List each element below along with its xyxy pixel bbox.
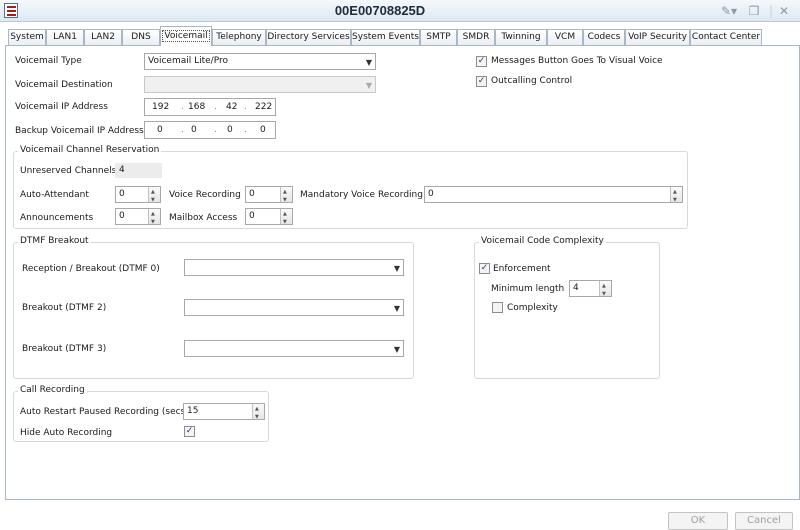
restore-icon[interactable]: ❐ (744, 3, 764, 19)
call-recording-title: Call Recording (18, 385, 87, 395)
minimum-length-value: 4 (573, 283, 579, 293)
voice-recording-label: Voice Recording (169, 190, 241, 200)
auto-attendant-label: Auto-Attendant (20, 190, 89, 200)
announcements-value: 0 (119, 211, 125, 221)
voicemail-destination-label: Voicemail Destination (15, 80, 113, 90)
ip-octet-4: 222 (255, 102, 273, 112)
backup-voicemail-ip-label: Backup Voicemail IP Address (15, 126, 144, 136)
mandatory-voice-recording-value: 0 (428, 189, 434, 199)
auto-restart-value: 15 (187, 406, 199, 416)
announcements-stepper[interactable]: 0 (115, 207, 161, 230)
ok-button[interactable]: OK (668, 512, 728, 530)
tab-lan2[interactable]: LAN2 (84, 29, 122, 45)
reception-breakout-select[interactable]: ▼ (184, 259, 404, 276)
reception-breakout-label: Reception / Breakout (DTMF 0) (22, 264, 160, 274)
minimum-length-label: Minimum length (491, 284, 565, 294)
close-icon[interactable]: ✕ (776, 3, 792, 19)
ip-octet-3: 42 (226, 102, 238, 112)
tab-smdr[interactable]: SMDR (457, 29, 495, 45)
dtmf-breakout-title: DTMF Breakout (18, 236, 91, 246)
breakout-dtmf2-label: Breakout (DTMF 2) (22, 303, 107, 313)
voicemail-ip-input[interactable]: 192 . 168 . 42 . 222 (144, 98, 276, 116)
voice-recording-stepper[interactable]: 0 (245, 185, 293, 208)
backup-ip-octet-2: 0 (191, 125, 197, 135)
messages-button-checkbox[interactable]: ✓ (476, 56, 487, 67)
voicemail-type-label: Voicemail Type (15, 56, 82, 66)
ip-octet-2: 168 (188, 102, 206, 112)
tab-codecs[interactable]: Codecs (583, 29, 625, 45)
complexity-label: Complexity (507, 303, 558, 313)
title-separator: | (768, 4, 774, 18)
mailbox-access-label: Mailbox Access (169, 213, 238, 223)
tab-twinning[interactable]: Twinning (495, 29, 547, 45)
complexity-checkbox[interactable] (492, 302, 503, 313)
auto-restart-stepper[interactable]: 15 (183, 402, 265, 425)
tab-contact-center[interactable]: Contact Center (690, 29, 762, 45)
breakout-dtmf2-select[interactable]: ▼ (184, 299, 404, 316)
window-title: 00E00708825D (334, 3, 426, 18)
tab-lan1[interactable]: LAN1 (46, 29, 84, 45)
auto-attendant-stepper[interactable]: 0 (115, 185, 161, 208)
spinner-arrows-icon[interactable] (280, 207, 292, 230)
chevron-down-icon: ▼ (393, 304, 400, 313)
hide-auto-recording-label: Hide Auto Recording (20, 428, 113, 438)
spinner-arrows-icon[interactable] (252, 402, 264, 425)
voicemail-ip-label: Voicemail IP Address (15, 102, 108, 112)
breakout-dtmf3-select[interactable]: ▼ (184, 340, 404, 357)
mailbox-access-stepper[interactable]: 0 (245, 207, 293, 230)
mandatory-voice-recording-stepper[interactable]: 0 (424, 185, 683, 208)
unreserved-channels-value: 4 (115, 163, 162, 178)
hide-auto-recording-checkbox[interactable]: ✓ (184, 426, 195, 437)
tab-vcm[interactable]: VCM (547, 29, 583, 45)
tab-dns[interactable]: DNS (122, 29, 160, 45)
tab-system-events[interactable]: System Events (351, 29, 420, 45)
announcements-label: Announcements (20, 213, 94, 223)
mailbox-access-value: 0 (249, 211, 255, 221)
spinner-arrows-icon[interactable] (148, 207, 160, 230)
title-bar: 00E00708825D ✎▾ ❐ | ✕ (0, 0, 800, 22)
tab-voicemail[interactable]: Voicemail (160, 26, 212, 46)
voicemail-destination-select[interactable]: ▼ (144, 76, 376, 93)
auto-restart-label: Auto Restart Paused Recording (secs) (20, 407, 189, 417)
minimum-length-stepper[interactable]: 4 (569, 279, 612, 302)
channel-reservation-title: Voicemail Channel Reservation (18, 145, 162, 155)
enforcement-label: Enforcement (493, 264, 551, 274)
outcalling-control-checkbox[interactable]: ✓ (476, 76, 487, 87)
spinner-arrows-icon[interactable] (599, 279, 611, 302)
outcalling-control-label: Outcalling Control (491, 76, 573, 86)
tab-voip-security[interactable]: VoIP Security (625, 29, 690, 45)
code-complexity-title: Voicemail Code Complexity (479, 236, 606, 246)
spinner-arrows-icon[interactable] (670, 185, 682, 208)
chevron-down-icon: ▼ (365, 58, 372, 67)
chevron-down-icon: ▼ (393, 345, 400, 354)
chevron-down-icon: ▼ (393, 264, 400, 273)
backup-ip-octet-3: 0 (227, 125, 233, 135)
pin-icon[interactable]: ✎▾ (718, 3, 740, 19)
voice-recording-value: 0 (249, 189, 255, 199)
backup-voicemail-ip-input[interactable]: 0 . 0 . 0 . 0 (144, 121, 276, 139)
tab-telephony[interactable]: Telephony (212, 29, 266, 45)
cancel-button[interactable]: Cancel (735, 512, 793, 530)
voicemail-type-select[interactable]: Voicemail Lite/Pro ▼ (144, 53, 376, 70)
chevron-down-icon: ▼ (365, 81, 372, 90)
spinner-arrows-icon[interactable] (280, 185, 292, 208)
tab-directory-services[interactable]: Directory Services (266, 29, 351, 45)
tab-smtp[interactable]: SMTP (420, 29, 457, 45)
mandatory-voice-recording-label: Mandatory Voice Recording (300, 190, 423, 200)
spinner-arrows-icon[interactable] (148, 185, 160, 208)
ip-octet-1: 192 (152, 102, 170, 112)
breakout-dtmf3-label: Breakout (DTMF 3) (22, 344, 107, 354)
auto-attendant-value: 0 (119, 189, 125, 199)
unreserved-channels-label: Unreserved Channels (20, 166, 117, 176)
backup-ip-octet-1: 0 (157, 125, 163, 135)
backup-ip-octet-4: 0 (260, 125, 266, 135)
tab-strip: System LAN1 LAN2 DNS Voicemail Telephony… (0, 26, 800, 46)
messages-button-label: Messages Button Goes To Visual Voice (491, 56, 663, 66)
voicemail-type-value: Voicemail Lite/Pro (148, 56, 228, 66)
tab-system[interactable]: System (8, 29, 46, 45)
enforcement-checkbox[interactable]: ✓ (479, 263, 490, 274)
